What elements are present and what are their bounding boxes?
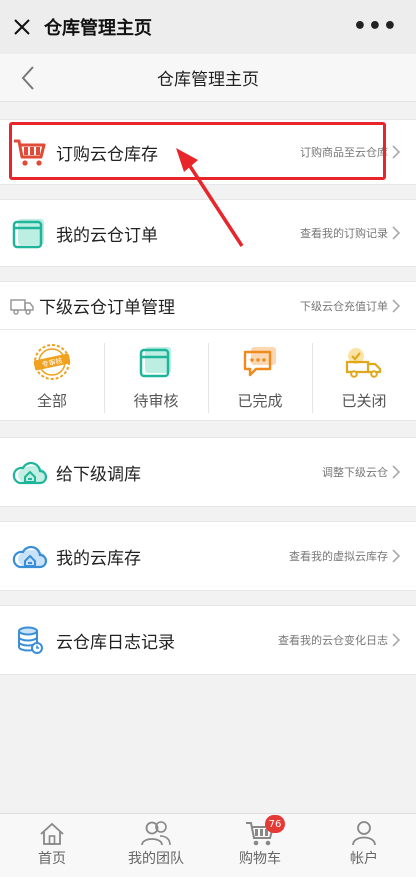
tab-team[interactable]: 我的团队 [104, 814, 208, 877]
home-icon [40, 822, 64, 845]
annotation-arrow-icon [176, 148, 244, 247]
user-icon [352, 821, 376, 846]
tab-label: 我的团队 [128, 851, 184, 867]
team-icon [141, 821, 171, 846]
tab-cart[interactable]: 76 购物车 [208, 814, 312, 877]
tab-label: 帐户 [350, 851, 378, 867]
tab-account[interactable]: 帐户 [312, 814, 416, 877]
tab-label: 购物车 [239, 851, 281, 867]
bottom-tab-bar: 首页 我的团队 76 购物车 帐户 [0, 813, 416, 877]
tab-label: 首页 [38, 851, 66, 867]
tab-home[interactable]: 首页 [0, 814, 104, 877]
cart-badge: 76 [265, 815, 285, 833]
